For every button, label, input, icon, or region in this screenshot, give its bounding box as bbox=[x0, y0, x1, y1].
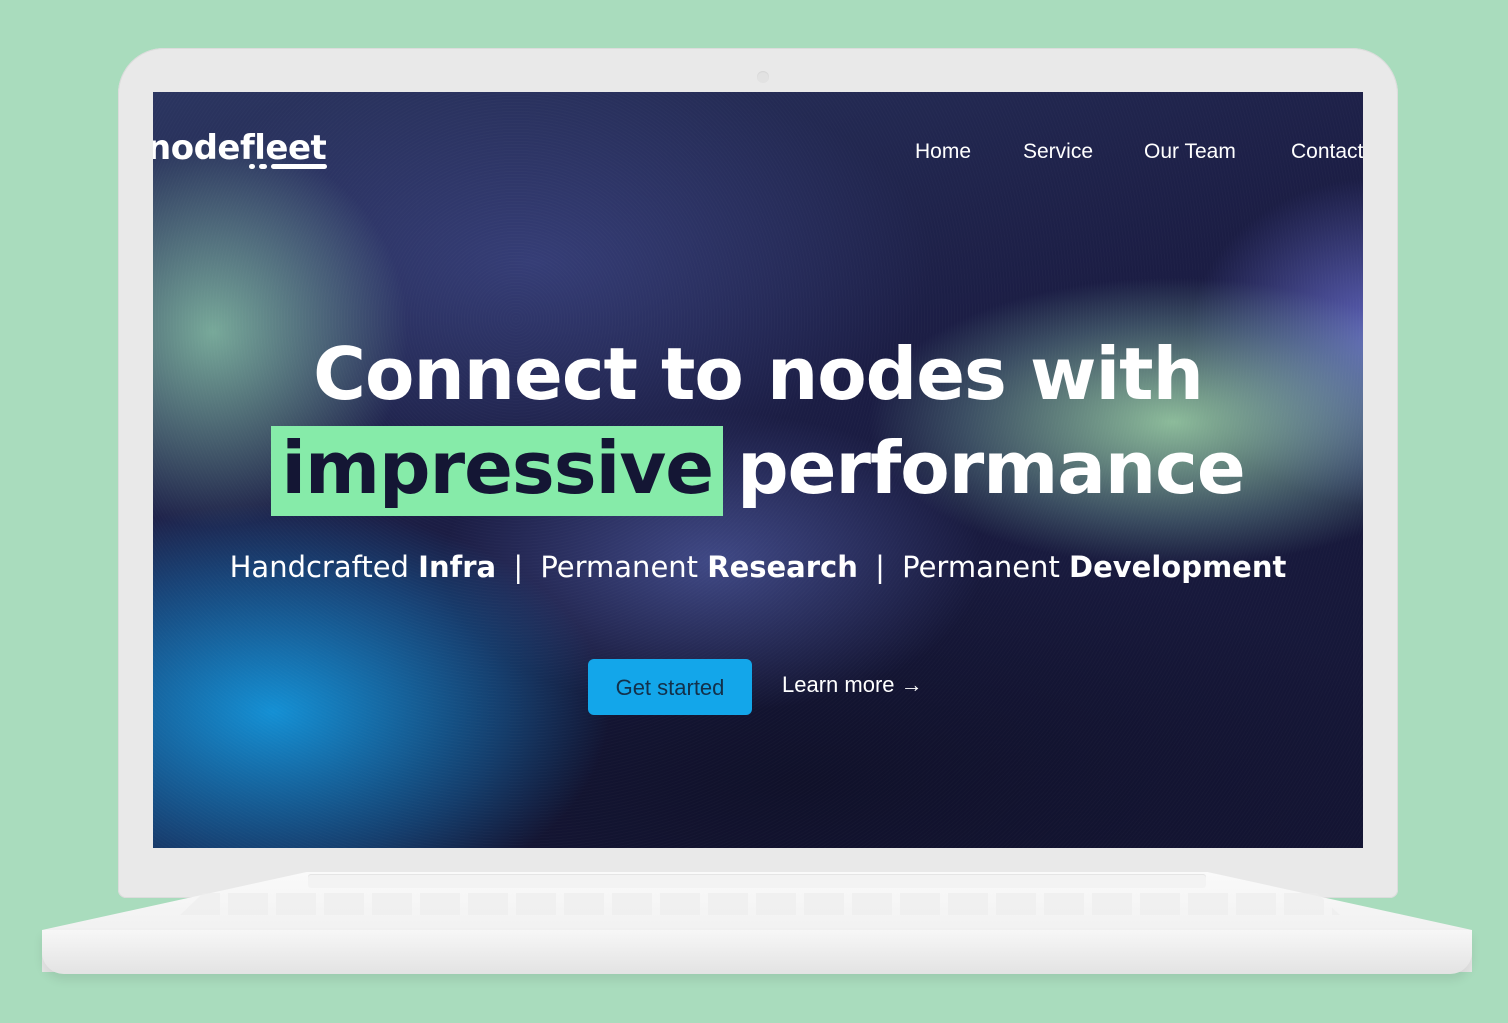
top-navigation: nodefleet Home Service Our Team Contact bbox=[153, 92, 1363, 212]
tagline-prefix: Permanent bbox=[902, 550, 1060, 584]
keyboard-keys bbox=[180, 893, 1340, 915]
hero-headline-highlight: impressive bbox=[271, 426, 724, 516]
tagline-separator: | bbox=[875, 550, 885, 584]
camera-icon bbox=[757, 71, 769, 83]
tagline-prefix: Permanent bbox=[540, 550, 699, 584]
laptop-base-edge bbox=[42, 930, 1472, 974]
tagline-keyword: Infra bbox=[418, 550, 497, 584]
hero-tagline: Handcrafted Infra | Permanent Research |… bbox=[153, 550, 1363, 584]
mockup-stage: nodefleet Home Service Our Team Contact … bbox=[0, 0, 1508, 1023]
hero-headline-rest: performance bbox=[737, 426, 1246, 510]
nodefleet-logo[interactable]: nodefleet bbox=[153, 128, 327, 168]
nav-item-our-team[interactable]: Our Team bbox=[1144, 140, 1236, 164]
logo-underline-icon bbox=[249, 164, 327, 169]
get-started-button[interactable]: Get started bbox=[588, 659, 752, 715]
hero-headline-line2: impressive performance bbox=[153, 426, 1363, 516]
laptop-screen: nodefleet Home Service Our Team Contact … bbox=[153, 92, 1363, 848]
nav-item-service[interactable]: Service bbox=[1023, 140, 1093, 164]
tagline-separator: | bbox=[513, 550, 524, 584]
laptop-hinge bbox=[308, 874, 1206, 888]
tagline-prefix: Handcrafted bbox=[229, 550, 409, 584]
logo-text: nodefleet bbox=[153, 128, 327, 168]
tagline-keyword: Research bbox=[707, 550, 858, 584]
nav-item-contact[interactable]: Contact bbox=[1291, 140, 1363, 164]
tagline-keyword: Development bbox=[1069, 550, 1287, 584]
learn-more-link[interactable]: Learn more → bbox=[782, 672, 923, 698]
hero-headline-line1: Connect to nodes with bbox=[313, 332, 1204, 416]
nav-item-home[interactable]: Home bbox=[915, 140, 971, 164]
